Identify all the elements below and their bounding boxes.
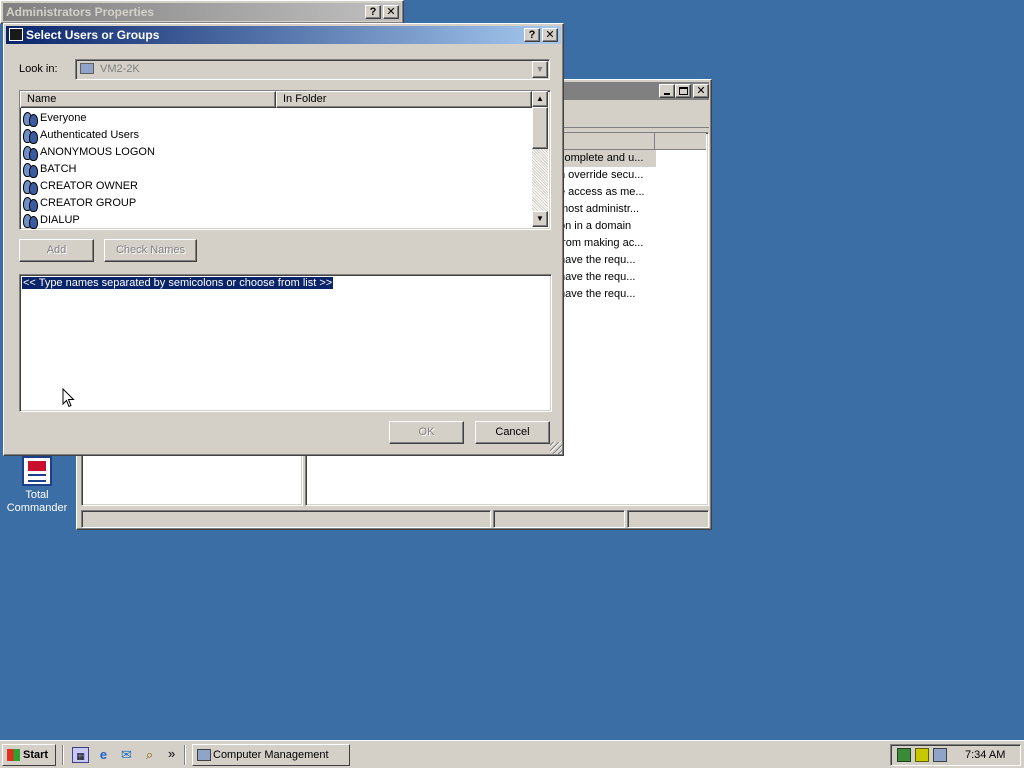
group-icon <box>22 213 38 229</box>
look-in-combobox[interactable]: VM2-2K ▼ <box>75 59 550 80</box>
system-tray: 7:34 AM <box>890 744 1021 766</box>
group-icon <box>22 145 38 161</box>
group-icon <box>22 128 38 144</box>
dialog-title: Select Users or Groups <box>26 28 160 42</box>
column-header-in-folder[interactable]: In Folder <box>276 91 532 108</box>
users-list[interactable]: Name In Folder Everyone Authenticated Us… <box>19 90 551 230</box>
mouse-cursor-icon <box>62 388 75 408</box>
dialog-titlebar: Select Users or Groups <box>6 26 561 44</box>
description-row[interactable]: have the requ... <box>559 252 635 269</box>
description-row[interactable]: have the requ... <box>559 269 635 286</box>
start-button[interactable]: Start <box>2 744 56 766</box>
total-commander-label-line1: Total <box>25 489 49 501</box>
admin-props-close-button[interactable]: ✕ <box>383 5 399 19</box>
dialog-close-button[interactable]: ✕ <box>542 28 558 42</box>
group-icon <box>22 196 38 212</box>
scroll-thumb[interactable] <box>532 107 548 149</box>
list-item[interactable]: BATCH <box>20 161 532 178</box>
internet-explorer-icon[interactable]: e <box>95 747 112 763</box>
list-item[interactable]: DIALUP <box>20 212 532 229</box>
list-item[interactable]: CREATOR GROUP <box>20 195 532 212</box>
taskbar-separator <box>184 745 186 765</box>
admin-props-help-button[interactable]: ? <box>365 5 381 19</box>
cancel-button[interactable]: Cancel <box>475 421 550 444</box>
check-names-button[interactable]: Check Names <box>104 239 197 262</box>
dialog-help-button[interactable]: ? <box>524 28 540 42</box>
look-in-label: Look in: <box>19 63 58 75</box>
list-item[interactable]: Everyone <box>20 110 532 127</box>
floppy-icon <box>22 456 52 486</box>
list-body: Everyone Authenticated Users ANONYMOUS L… <box>20 110 532 229</box>
size-grip[interactable] <box>550 442 562 454</box>
add-button[interactable]: Add <box>19 239 94 262</box>
ok-button[interactable]: OK <box>389 421 464 444</box>
column-header-name[interactable]: Name <box>20 91 276 108</box>
maximize-button[interactable] <box>675 84 691 98</box>
network-icon[interactable] <box>897 748 911 762</box>
tray-monitor-icon[interactable] <box>933 748 947 762</box>
look-in-value: VM2-2K <box>100 63 140 75</box>
description-row[interactable]: most administr... <box>559 201 639 218</box>
windows-logo-icon <box>7 749 20 761</box>
list-item[interactable]: Authenticated Users <box>20 127 532 144</box>
description-row[interactable]: e access as me... <box>559 184 645 201</box>
dialog-title-icon <box>9 28 23 41</box>
group-icon <box>22 111 38 127</box>
description-row[interactable]: on in a domain <box>559 218 631 235</box>
taskbar-separator <box>62 745 64 765</box>
group-icon <box>22 162 38 178</box>
description-row[interactable]: n override secu... <box>559 167 643 184</box>
list-header: Name In Folder <box>20 91 532 108</box>
taskbar: Start ▦ e ✉ ⌕ » Computer Management 7:34… <box>0 740 1024 768</box>
clock[interactable]: 7:34 AM <box>965 749 1005 761</box>
description-row[interactable]: have the requ... <box>559 286 635 303</box>
list-scrollbar[interactable]: ▲ ▼ <box>532 91 548 227</box>
tray-tool-icon[interactable] <box>915 748 929 762</box>
outlook-express-icon[interactable]: ✉ <box>118 747 135 763</box>
administrators-properties-window: Administrators Properties ? ✕ <box>0 0 404 24</box>
minimize-button[interactable] <box>659 84 675 98</box>
computer-icon <box>80 63 94 74</box>
total-commander-desktop-icon[interactable]: Total Commander <box>7 454 67 516</box>
taskbar-item-computer-management[interactable]: Computer Management <box>192 744 350 766</box>
search-icon[interactable]: ⌕ <box>141 747 158 763</box>
description-row[interactable]: from making ac... <box>559 235 643 252</box>
show-desktop-icon[interactable]: ▦ <box>72 747 89 763</box>
total-commander-label-line2: Commander <box>6 502 68 514</box>
quicklaunch-chevron[interactable]: » <box>168 746 175 761</box>
cm-close-button[interactable]: ✕ <box>693 84 709 98</box>
admin-props-title: Administrators Properties <box>3 3 401 21</box>
group-icon <box>22 179 38 195</box>
scroll-down-button[interactable]: ▼ <box>532 211 548 227</box>
description-row[interactable]: complete and u... <box>559 150 643 167</box>
names-textarea[interactable]: << Type names separated by semicolons or… <box>19 274 552 412</box>
scroll-up-button[interactable]: ▲ <box>532 91 548 107</box>
chevron-down-icon[interactable]: ▼ <box>532 61 548 78</box>
cm-statusbar <box>79 510 709 528</box>
names-placeholder-text: << Type names separated by semicolons or… <box>22 277 334 289</box>
list-item[interactable]: CREATOR OWNER <box>20 178 532 195</box>
select-users-dialog: Select Users or Groups ? ✕ Look in: VM2-… <box>3 23 564 456</box>
list-item[interactable]: ANONYMOUS LOGON <box>20 144 532 161</box>
computer-management-icon <box>197 749 211 761</box>
